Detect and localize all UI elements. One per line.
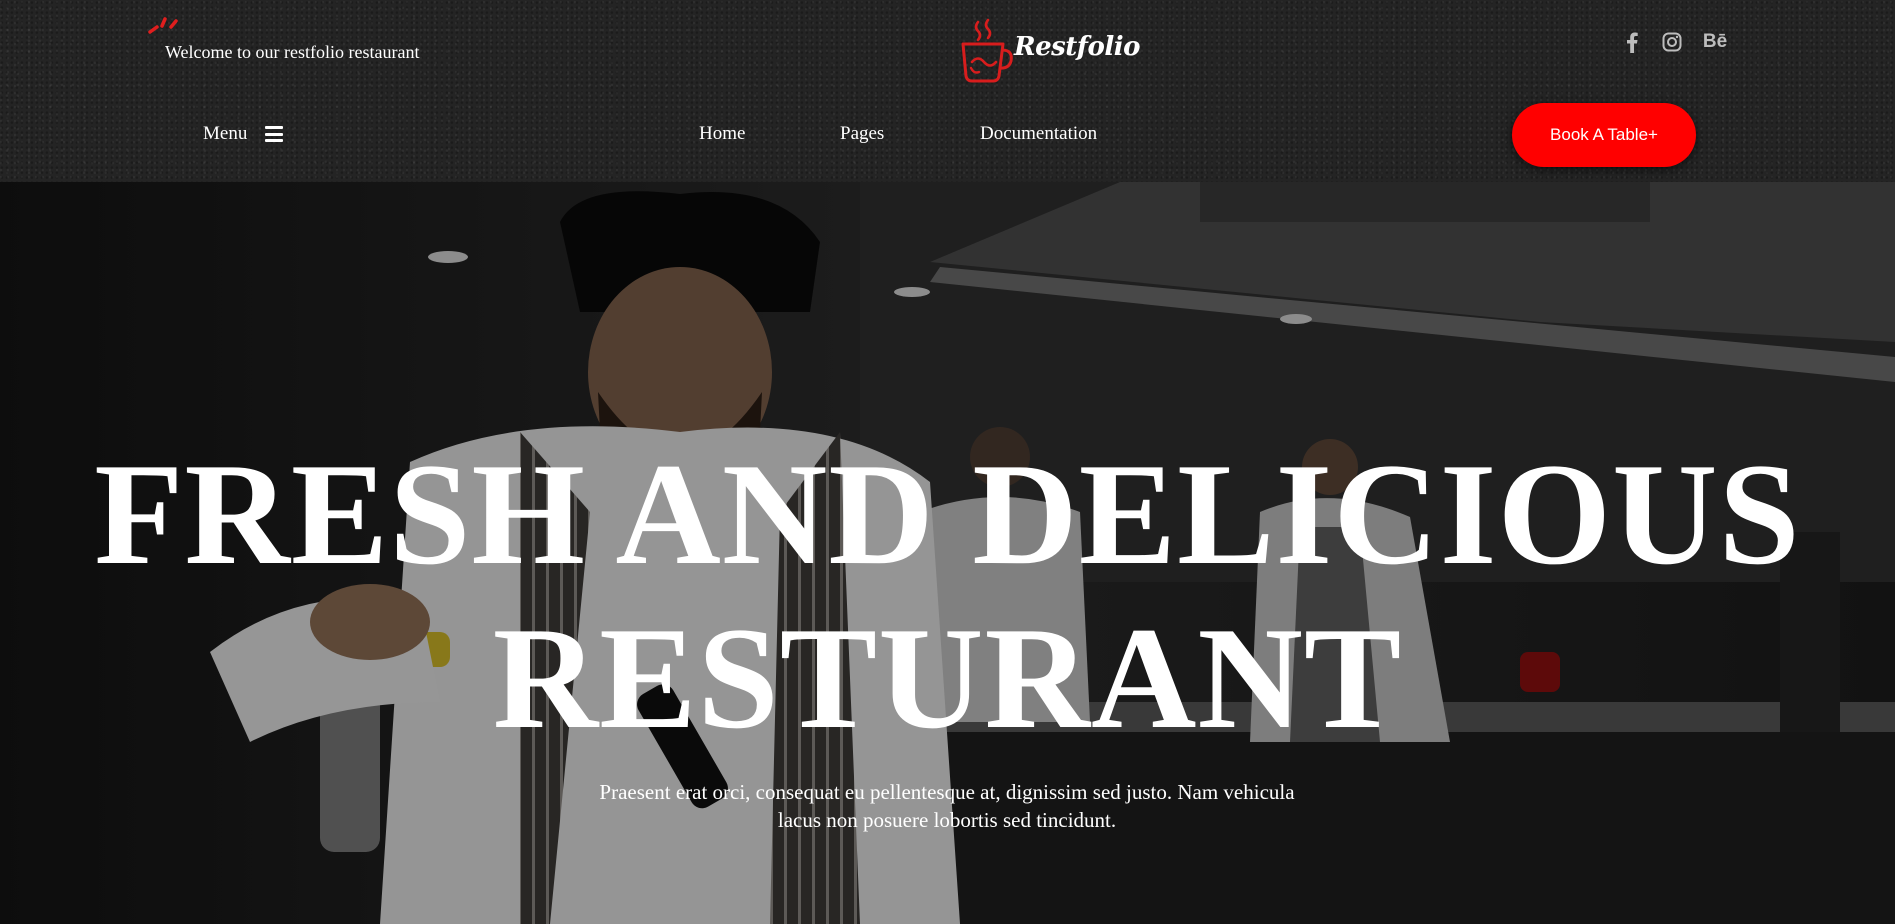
site-header: Welcome to our restfolio restaurant Rest…: [0, 0, 1895, 182]
nav-documentation[interactable]: Documentation: [980, 123, 1097, 145]
behance-link[interactable]: Bē: [1700, 30, 1730, 54]
nav-pages[interactable]: Pages: [840, 123, 884, 145]
sparks-icon: [148, 17, 178, 34]
book-table-button[interactable]: Book A Table+: [1512, 103, 1696, 167]
nav-home[interactable]: Home: [699, 123, 745, 145]
hero-title-line-2: RESTURANT: [492, 597, 1403, 759]
behance-icon: Bē: [1702, 31, 1728, 52]
instagram-link[interactable]: [1660, 30, 1684, 54]
hero-section: FRESH AND DELICIOUS RESTURANT Praesent e…: [0, 182, 1895, 924]
hero-subtitle: Praesent erat orci, consequat eu pellent…: [599, 780, 1295, 832]
hero-title: FRESH AND DELICIOUS RESTURANT: [0, 432, 1895, 760]
instagram-icon: [1662, 32, 1682, 52]
hamburger-icon: [265, 126, 285, 142]
logo-text: Restfolio: [1014, 32, 1140, 62]
coffee-cup-logo-icon: [961, 18, 1013, 83]
facebook-link[interactable]: [1622, 30, 1642, 54]
facebook-icon: [1627, 32, 1638, 53]
welcome-text: Welcome to our restfolio restaurant: [165, 42, 420, 62]
site-logo[interactable]: Restfolio: [958, 18, 1140, 86]
hero-title-line-1: FRESH AND DELICIOUS: [94, 433, 1801, 595]
menu-label: Menu: [203, 123, 248, 144]
menu-toggle[interactable]: Menu: [203, 123, 285, 145]
